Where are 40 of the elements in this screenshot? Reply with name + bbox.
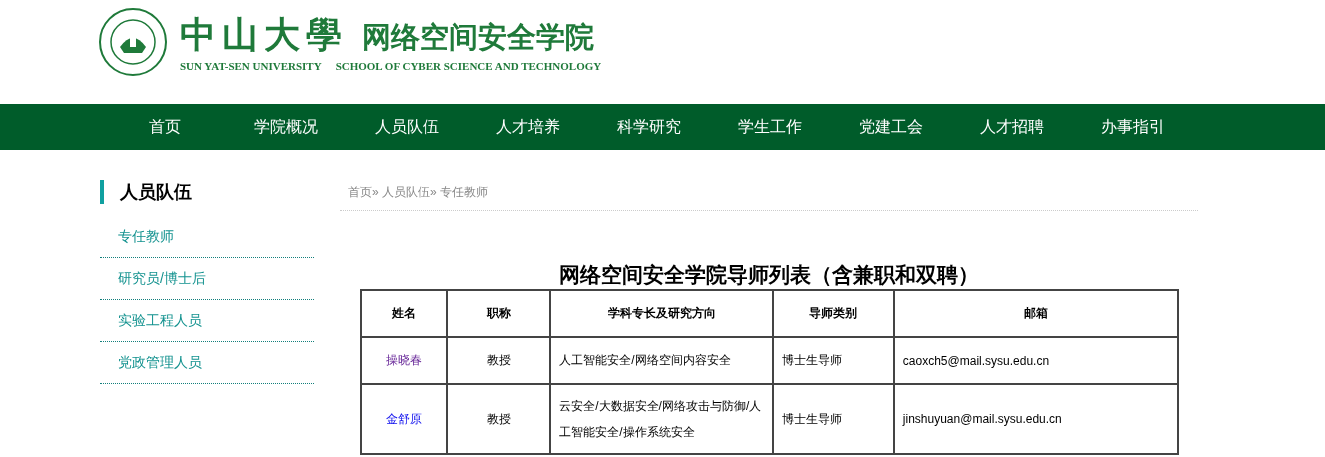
nav-item[interactable]: 首页 bbox=[104, 104, 225, 150]
school-name-english: SCHOOL OF CYBER SCIENCE AND TECHNOLOGY bbox=[335, 59, 602, 72]
table-cell: 博士生导师 bbox=[772, 384, 894, 454]
breadcrumb-link[interactable]: 人员队伍 bbox=[382, 183, 431, 201]
university-name: 中山大學 bbox=[180, 12, 348, 55]
table-cell: 教授 bbox=[447, 384, 551, 454]
nav-item[interactable]: 科学研究 bbox=[588, 104, 709, 150]
university-seal-icon bbox=[98, 7, 168, 77]
table-cell: 云安全/大数据安全/网络攻击与防御/人工智能安全/操作系统安全 bbox=[550, 384, 773, 454]
name-link[interactable]: 操晓春 bbox=[386, 353, 423, 367]
table-cell: 人工智能安全/网络空间内容安全 bbox=[550, 337, 773, 384]
breadcrumb-link[interactable]: 首页 bbox=[348, 183, 372, 201]
sidebar-item[interactable]: 专任教师 bbox=[100, 216, 314, 258]
breadcrumb-separator: » bbox=[372, 185, 379, 199]
breadcrumb-link[interactable]: 专任教师 bbox=[440, 183, 489, 201]
nav-item[interactable]: 人才培养 bbox=[467, 104, 588, 150]
nav-item[interactable]: 党建工会 bbox=[830, 104, 951, 150]
column-header: 邮箱 bbox=[893, 290, 1178, 337]
table-cell: caoxch5@mail.sysu.edu.cn bbox=[893, 337, 1178, 384]
breadcrumb-separator: » bbox=[430, 185, 437, 199]
nav-item[interactable]: 人员队伍 bbox=[346, 104, 467, 150]
nav-item[interactable]: 办事指引 bbox=[1072, 104, 1193, 150]
table-title: 网络空间安全学院导师列表（含兼职和双聘） bbox=[558, 262, 980, 288]
column-header: 职称 bbox=[447, 290, 551, 337]
nav-item[interactable]: 人才招聘 bbox=[951, 104, 1072, 150]
column-header: 学科专长及研究方向 bbox=[550, 290, 773, 337]
column-header: 导师类别 bbox=[772, 290, 894, 337]
sidebar-item[interactable]: 实验工程人员 bbox=[100, 300, 314, 342]
nav-item[interactable]: 学生工作 bbox=[709, 104, 830, 150]
nav-item[interactable]: 学院概况 bbox=[225, 104, 346, 150]
school-name: 网络空间安全学院 bbox=[362, 19, 594, 55]
column-header: 姓名 bbox=[361, 290, 448, 337]
name-link[interactable]: 金舒原 bbox=[386, 412, 423, 426]
table-cell: jinshuyuan@mail.sysu.edu.cn bbox=[893, 384, 1178, 454]
university-name-english: SUN YAT-SEN UNIVERSITY bbox=[180, 59, 322, 72]
sidebar-item[interactable]: 研究员/博士后 bbox=[100, 258, 314, 300]
table-cell: 教授 bbox=[447, 337, 551, 384]
sidebar-title: 人员队伍 bbox=[100, 180, 314, 204]
table-cell: 博士生导师 bbox=[772, 337, 894, 384]
sidebar-item[interactable]: 党政管理人员 bbox=[100, 342, 314, 384]
